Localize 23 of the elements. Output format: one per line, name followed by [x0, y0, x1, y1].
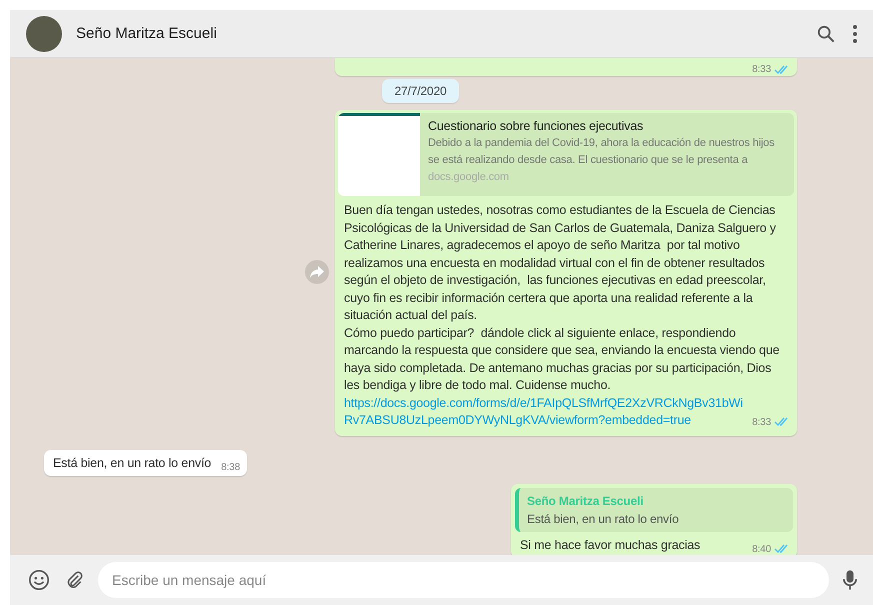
- avatar-photo[interactable]: [26, 16, 62, 52]
- preview-description: Debido a la pandemia del Covid-19, ahora la educación de nuestros hijos se está realizando desde casa. El cuestionario que se le presenta a: [428, 136, 776, 168]
- message-time: 8:40: [752, 544, 771, 554]
- message-input[interactable]: Escribe un mensaje aquí: [98, 562, 829, 598]
- quoted-message[interactable]: Seño Maritza Escueli Está bien, en un rato lo envío: [515, 488, 793, 532]
- contact-name: Seño Maritza Escueli: [76, 25, 218, 42]
- message-time: 8:38: [221, 462, 240, 472]
- message-text: Buen día tengan ustedes, nosotras como estudiantes de la Escuela de Ciencias Psicológicas de la Universidad de San Carlos de Guatemala, Daniza Salguero y Catherine Linares, agradecemos el apoyo de seño Maritza por tal motivo realizamos una encuesta en modalidad virtual con el fin de obtener resultados según el objeto de investigación, las funciones ejecutivas en edad preescolar, cuyo fin es recibir información certera que aporta una realidad referente a la situación actual del país. Cómo puedo participar? dándole click al siguiente enlace, respondiendo marcando la respuesta que considere que sea, enviando la encuesta viendo que haya sido completada. De antemano muchas gracias por su participación, Dios les bendiga y libre de todo mal. Cuidense mucho.: [344, 202, 780, 394]
- preview-title: Cuestionario sobre funciones ejecutivas: [428, 119, 644, 133]
- message-text: Está bien, en un rato lo envío: [53, 456, 212, 470]
- quote-text: Está bien, en un rato lo envío: [527, 512, 680, 526]
- search-icon: [817, 24, 835, 42]
- date-chip: 27/7/2020: [382, 79, 459, 103]
- forward-icon: [310, 266, 324, 278]
- menu-icon: [853, 24, 857, 42]
- preview-domain: docs.google.com: [428, 171, 510, 183]
- message-text: Si me hace favor muchas gracias: [520, 538, 700, 552]
- message-time: 8:33: [752, 64, 771, 75]
- message-time: 8:33: [752, 416, 771, 428]
- emoji-icon: [28, 569, 50, 591]
- link-preview[interactable]: Cuestionario sobre funciones ejecutivas Debido a la pandemia del Covid-19, ahora la educación de nuestros hijos se está realizando desde casa. El cuestionario que se le presenta a docs.google.com: [338, 113, 794, 196]
- microphone-icon: [843, 569, 857, 591]
- quote-author: Seño Maritza Escueli: [527, 494, 644, 508]
